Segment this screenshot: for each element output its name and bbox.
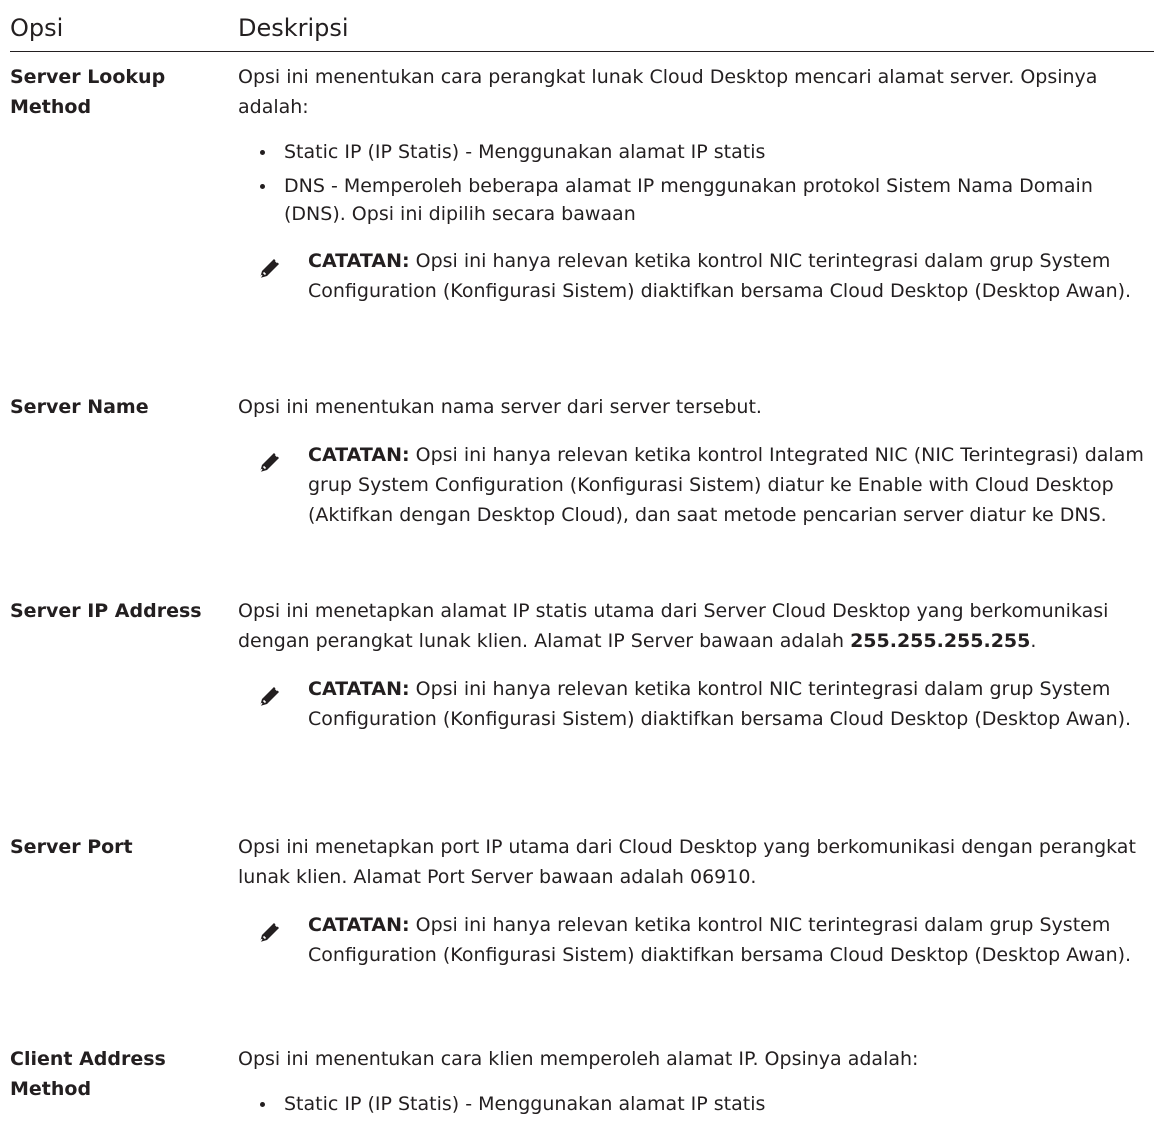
table-header: Opsi Deskripsi <box>10 6 1154 52</box>
column-header-description: Deskripsi <box>238 14 349 42</box>
note-label: CATATAN: <box>308 250 410 272</box>
option-label-line: Server Name <box>10 396 149 418</box>
list-item: Static IP (IP Statis) - Menggunakan alam… <box>260 1090 1144 1118</box>
note-box: CATATAN: Opsi ini hanya relevan ketika k… <box>238 910 1144 970</box>
option-label-line: Method <box>10 1078 92 1100</box>
option-label-line: Method <box>10 96 92 118</box>
description-text: Opsi ini menentukan nama server dari ser… <box>238 396 762 418</box>
option-label-line: Server Port <box>10 836 133 858</box>
note-label: CATATAN: <box>308 678 410 700</box>
column-header-option: Opsi <box>10 14 64 42</box>
list-item: DNS - Memperoleh beberapa alamat IP meng… <box>260 172 1144 228</box>
note-body: Opsi ini hanya relevan ketika kontrol NI… <box>308 250 1132 302</box>
description-text: Opsi ini menentukan cara klien memperole… <box>238 1048 919 1070</box>
option-label-line: Server IP Address <box>10 600 202 622</box>
option-label-line: Client Address <box>10 1048 166 1070</box>
description-text: Opsi ini menetapkan port IP utama dari C… <box>238 836 1136 888</box>
bullet-list: Static IP (IP Statis) - Menggunakan alam… <box>238 138 1144 228</box>
option-label: Server IP Address <box>10 596 220 626</box>
option-description: Opsi ini menetapkan alamat IP statis uta… <box>238 596 1144 734</box>
note-box: CATATAN: Opsi ini hanya relevan ketika k… <box>238 246 1144 306</box>
pencil-icon <box>259 259 279 279</box>
option-label: Server Lookup Method <box>10 62 220 122</box>
option-label-line: Server Lookup <box>10 66 166 88</box>
note-box: CATATAN: Opsi ini hanya relevan ketika k… <box>238 440 1144 530</box>
note-text: CATATAN: Opsi ini hanya relevan ketika k… <box>308 674 1144 734</box>
option-description: Opsi ini menentukan cara klien memperole… <box>238 1044 1144 1124</box>
option-description: Opsi ini menentukan nama server dari ser… <box>238 392 1144 530</box>
pencil-icon <box>259 453 279 473</box>
note-text: CATATAN: Opsi ini hanya relevan ketika k… <box>308 440 1144 530</box>
pencil-icon <box>259 687 279 707</box>
header-divider <box>10 51 1154 52</box>
description-text: Opsi ini menentukan cara perangkat lunak… <box>238 66 1098 118</box>
option-label: Server Name <box>10 392 220 422</box>
note-label: CATATAN: <box>308 914 410 936</box>
description-text: Opsi ini menetapkan alamat IP statis uta… <box>238 596 1144 656</box>
note-label: CATATAN: <box>308 444 410 466</box>
note-text: CATATAN: Opsi ini hanya relevan ketika k… <box>308 910 1144 970</box>
default-ip-value: 255.255.255.255 <box>850 630 1031 652</box>
note-body: Opsi ini hanya relevan ketika kontrol In… <box>308 444 1144 526</box>
list-item: Static IP (IP Statis) - Menggunakan alam… <box>260 138 1144 166</box>
note-box: CATATAN: Opsi ini hanya relevan ketika k… <box>238 674 1144 734</box>
pencil-icon <box>259 923 279 943</box>
note-text: CATATAN: Opsi ini hanya relevan ketika k… <box>308 246 1144 306</box>
note-body: Opsi ini hanya relevan ketika kontrol NI… <box>308 678 1132 730</box>
option-label: Client Address Method <box>10 1044 220 1104</box>
description-text-part: . <box>1030 630 1037 652</box>
bullet-list: Static IP (IP Statis) - Menggunakan alam… <box>238 1090 1144 1118</box>
option-label: Server Port <box>10 832 220 862</box>
note-body: Opsi ini hanya relevan ketika kontrol NI… <box>308 914 1132 966</box>
option-description: Opsi ini menetapkan port IP utama dari C… <box>238 832 1144 970</box>
option-description: Opsi ini menentukan cara perangkat lunak… <box>238 62 1144 306</box>
